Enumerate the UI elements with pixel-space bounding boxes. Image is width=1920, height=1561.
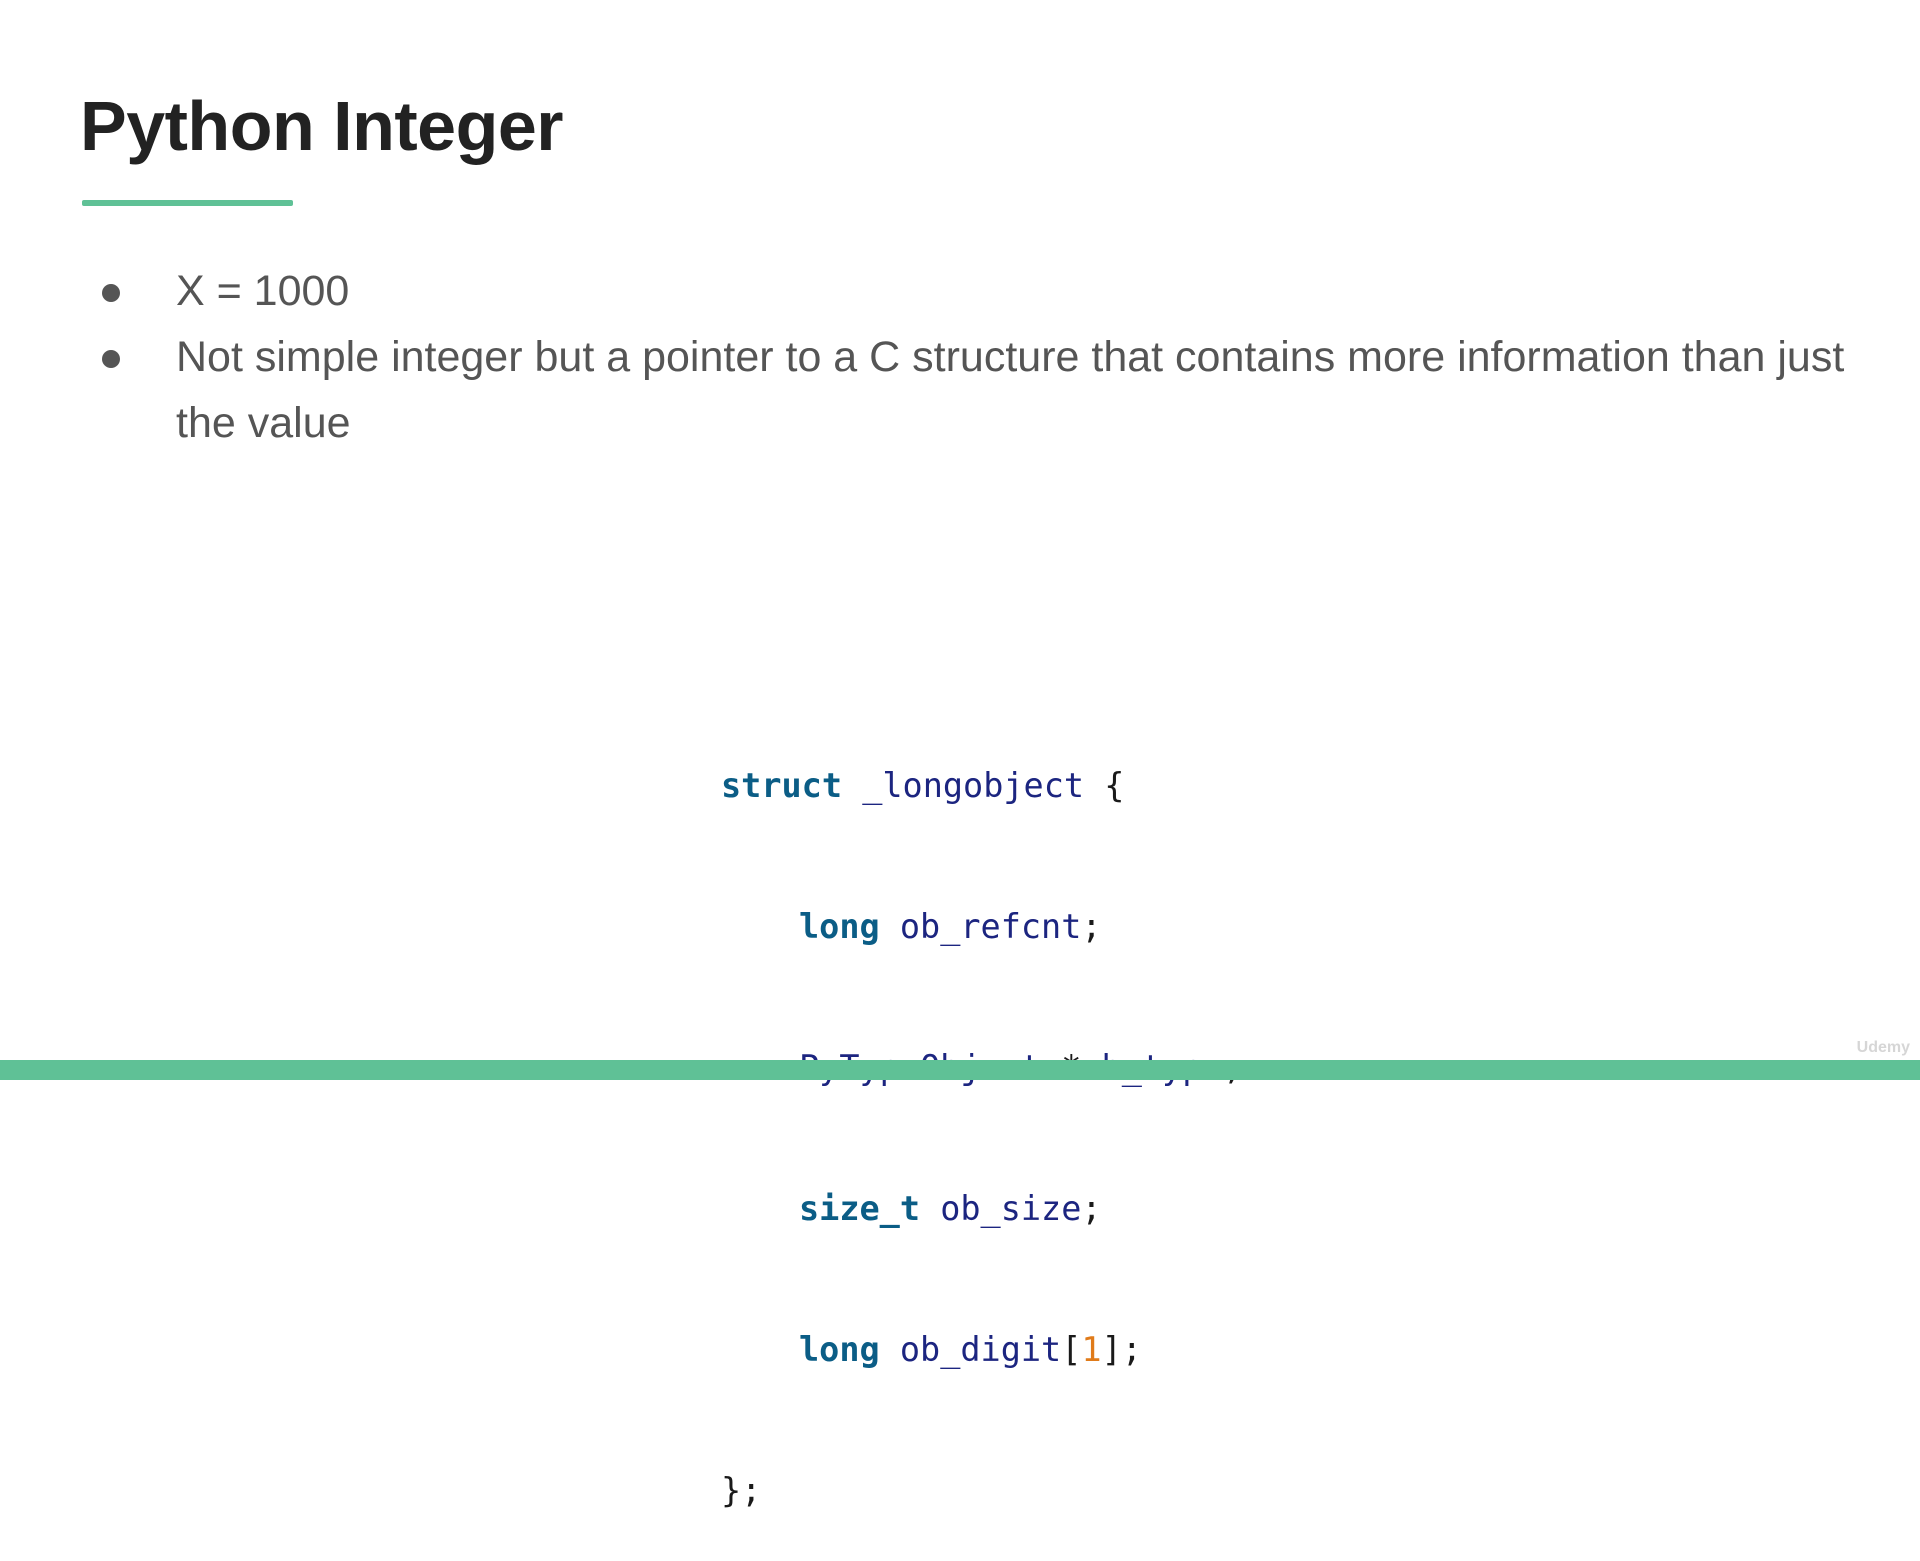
code-type: long <box>799 1330 880 1369</box>
slide-title: Python Integer <box>80 87 564 165</box>
watermark-logo: Udemy <box>1856 1039 1910 1056</box>
bullet-item: Not simple integer but a pointer to a C … <box>94 324 1874 456</box>
code-type: size_t <box>799 1189 921 1228</box>
bullet-dot-icon <box>102 284 120 302</box>
code-line-size: size_t ob_size; <box>721 1185 1243 1232</box>
bullet-text: X = 1000 <box>176 267 350 315</box>
bullet-list: X = 1000 Not simple integer but a pointe… <box>94 258 1874 456</box>
title-underline <box>82 200 293 206</box>
code-keyword: struct <box>721 766 843 805</box>
bullet-item: X = 1000 <box>94 258 1874 324</box>
code-field: ob_digit <box>899 1330 1062 1369</box>
footer-bar <box>0 1060 1920 1080</box>
code-punctuation: }; <box>721 1471 762 1510</box>
code-punctuation: ; <box>1081 1189 1102 1228</box>
code-line-digit: long ob_digit[1]; <box>721 1326 1243 1373</box>
code-punctuation: ]; <box>1101 1330 1142 1369</box>
code-line-refcnt: long ob_refcnt; <box>721 903 1243 950</box>
code-punctuation: [ <box>1061 1330 1082 1369</box>
code-field: ob_refcnt <box>899 907 1082 946</box>
bullet-text: Not simple integer but a pointer to a C … <box>176 333 1845 447</box>
code-identifier: _longobject <box>862 766 1085 805</box>
code-punctuation: ; <box>1081 907 1102 946</box>
code-number: 1 <box>1081 1330 1102 1369</box>
code-block: struct _longobject { long ob_refcnt; PyT… <box>721 668 1243 1561</box>
code-punctuation: { <box>1104 766 1125 805</box>
code-line-struct: struct _longobject { <box>721 762 1243 809</box>
bullet-dot-icon <box>102 350 120 368</box>
code-field: ob_size <box>940 1189 1082 1228</box>
code-type: long <box>799 907 880 946</box>
code-line-close: }; <box>721 1467 1243 1514</box>
